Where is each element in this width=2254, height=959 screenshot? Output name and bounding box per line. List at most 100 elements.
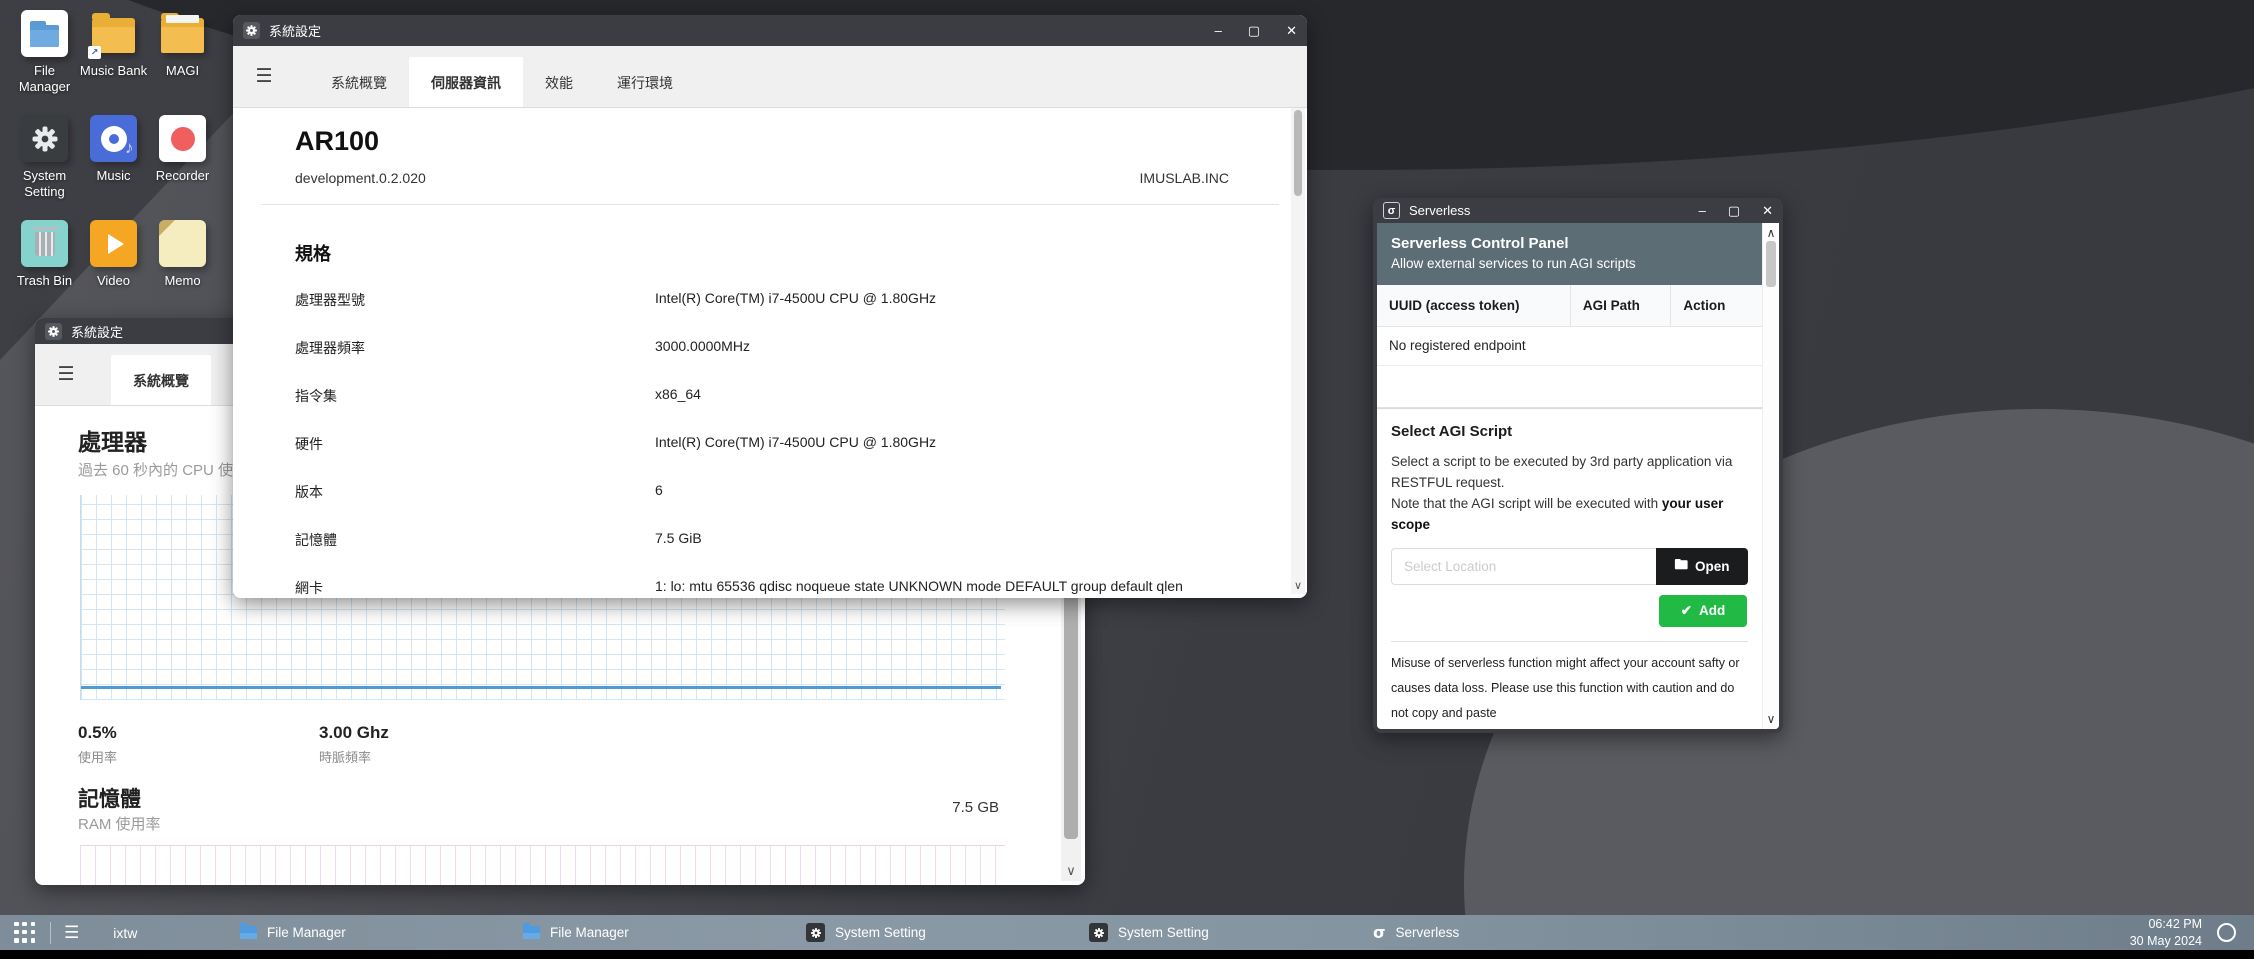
desktop-icon-label: Music — [78, 168, 150, 184]
cpu-usage-label: 使用率 — [78, 747, 117, 766]
menu-icon[interactable]: ☰ — [247, 65, 281, 88]
menu-icon[interactable]: ☰ — [49, 363, 83, 386]
maximize-button[interactable]: ▢ — [1728, 198, 1740, 224]
gear-icon — [21, 115, 68, 162]
desktop-icon-recorder[interactable]: Recorder — [148, 115, 217, 220]
desktop-icon-label: System Setting — [9, 168, 81, 201]
spec-row: 處理器頻率 3000.0000MHz — [295, 324, 1267, 372]
tab-bar: ☰ 系統概覽 伺服器資訊 效能 運行環境 — [233, 46, 1307, 108]
clock: 06:42 PM 30 May 2024 — [2130, 915, 2202, 950]
taskbar-item-file-manager[interactable]: File Manager — [232, 915, 354, 950]
spec-label: 處理器型號 — [295, 290, 365, 310]
taskbar-item-system-setting-2[interactable]: System Setting — [1081, 915, 1217, 950]
desktop-icon-memo[interactable]: Memo — [148, 220, 217, 325]
spec-value: x86_64 — [655, 386, 1237, 402]
memory-total: 7.5 GB — [952, 799, 999, 816]
scroll-down-icon[interactable]: ∨ — [1763, 712, 1779, 726]
taskbar-item-label: File Manager — [267, 925, 346, 940]
desktop-icon-music-bank[interactable]: ↗ Music Bank — [79, 10, 148, 115]
screen-bottom-strip — [0, 950, 2254, 959]
empty-row: No registered endpoint — [1377, 327, 1762, 366]
window-title: Serverless — [1409, 203, 1689, 218]
tab-overview[interactable]: 系統概覽 — [111, 355, 211, 405]
select-agi-section: Select AGI Script Select a script to be … — [1377, 409, 1762, 536]
scroll-down-icon[interactable]: ∨ — [1061, 863, 1081, 879]
vendor-name: IMUSLAB.INC — [1140, 170, 1229, 186]
col-uuid: UUID (access token) — [1377, 285, 1571, 326]
taskbar-item-label: System Setting — [1118, 925, 1209, 940]
close-button[interactable]: ✕ — [1762, 198, 1773, 224]
spec-value: Intel(R) Core(TM) i7-4500U CPU @ 1.80GHz — [655, 434, 1237, 450]
select-location-input[interactable] — [1391, 548, 1656, 585]
endpoint-table: UUID (access token) AGI Path Action No r… — [1377, 285, 1762, 409]
tab-overview[interactable]: 系統概覽 — [309, 59, 409, 107]
host-version: development.0.2.020 — [295, 170, 426, 186]
scrollbar-vertical[interactable]: ∨ — [1291, 108, 1305, 594]
gear-icon — [1089, 923, 1108, 942]
memory-subtitle: RAM 使用率 — [78, 813, 161, 834]
sigma-app-icon: σ — [1383, 202, 1400, 219]
taskbar-item-serverless[interactable]: σ Serverless — [1365, 915, 1467, 950]
gear-icon — [45, 323, 62, 340]
minimize-button[interactable]: – — [1699, 198, 1706, 224]
taskbar-item-file-manager-2[interactable]: File Manager — [515, 915, 637, 950]
menu-icon[interactable]: ☰ — [64, 923, 79, 943]
maximize-button[interactable]: ▢ — [1248, 18, 1260, 44]
memo-note-icon — [159, 220, 206, 267]
scrollbar-thumb[interactable] — [1766, 241, 1776, 287]
sigma-icon: σ — [1373, 923, 1385, 942]
desktop-icon-magi[interactable]: MAGI — [148, 10, 217, 115]
desktop-icon-music[interactable]: Music — [79, 115, 148, 220]
desktop-icon-file-manager[interactable]: File Manager — [10, 10, 79, 115]
desktop-icon-label: Recorder — [147, 168, 219, 184]
server-info-content: AR100 development.0.2.020 IMUSLAB.INC 規格… — [233, 108, 1307, 598]
gear-icon — [806, 923, 825, 942]
tab-server-info[interactable]: 伺服器資訊 — [409, 57, 523, 107]
spec-value: 3000.0000MHz — [655, 338, 1237, 354]
titlebar[interactable]: 系統設定 – ▢ ✕ — [233, 15, 1307, 46]
trash-icon — [21, 220, 68, 267]
folder-icon — [240, 926, 257, 939]
spec-row: 記憶體 7.5 GiB — [295, 516, 1267, 564]
taskbar-item-label: System Setting — [835, 925, 926, 940]
window-system-setting-front: 系統設定 – ▢ ✕ ☰ 系統概覽 伺服器資訊 效能 運行環境 AR100 de… — [233, 15, 1307, 598]
app-launcher-icon[interactable] — [14, 922, 36, 944]
spec-value: 7.5 GiB — [655, 530, 1237, 546]
desktop-icon-system-setting[interactable]: System Setting — [10, 115, 79, 220]
username: ixtw — [113, 925, 137, 941]
spec-value: 6 — [655, 482, 1237, 498]
status-ring-icon[interactable] — [2217, 923, 2236, 942]
spec-section-title: 規格 — [295, 240, 331, 266]
music-disc-icon — [90, 115, 137, 162]
cpu-heading: 處理器 — [78, 423, 147, 457]
check-icon: ✔ — [1681, 603, 1692, 619]
close-button[interactable]: ✕ — [1286, 18, 1297, 44]
clock-time: 06:42 PM — [2130, 916, 2202, 932]
memory-heading: 記憶體 — [78, 783, 141, 813]
scroll-down-icon[interactable]: ∨ — [1291, 579, 1305, 592]
add-button[interactable]: ✔ Add — [1659, 595, 1747, 627]
scrollbar-vertical[interactable]: ∧ ∨ — [1762, 223, 1779, 729]
cpu-usage-line — [81, 686, 1001, 689]
ram-usage-chart — [80, 845, 1005, 885]
taskbar-item-system-setting[interactable]: System Setting — [798, 915, 934, 950]
desktop-icon-video[interactable]: Video — [79, 220, 148, 325]
spec-row: 指令集 x86_64 — [295, 372, 1267, 420]
desktop-icon-trash-bin[interactable]: Trash Bin — [10, 220, 79, 325]
tab-runtime[interactable]: 運行環境 — [595, 59, 695, 107]
open-button[interactable]: 🖿 Open — [1656, 548, 1748, 585]
spec-label: 指令集 — [295, 386, 337, 406]
minimize-button[interactable]: – — [1215, 18, 1222, 44]
titlebar[interactable]: σ Serverless – ▢ ✕ — [1373, 198, 1783, 223]
col-agi-path: AGI Path — [1571, 285, 1672, 326]
tab-performance[interactable]: 效能 — [523, 59, 595, 107]
desktop: File Manager ↗ Music Bank MAGI — [0, 0, 2254, 959]
open-button-label: Open — [1695, 559, 1730, 574]
spec-row: 網卡 1: lo: mtu 65536 qdisc noqueue state … — [295, 564, 1267, 598]
scrollbar-thumb[interactable] — [1294, 110, 1302, 196]
select-agi-note: Note that the AGI script will be execute… — [1391, 496, 1662, 511]
divider — [261, 204, 1279, 205]
panel-title: Serverless Control Panel — [1391, 235, 1748, 252]
scroll-up-icon[interactable]: ∧ — [1763, 226, 1779, 240]
spec-label: 處理器頻率 — [295, 338, 365, 358]
